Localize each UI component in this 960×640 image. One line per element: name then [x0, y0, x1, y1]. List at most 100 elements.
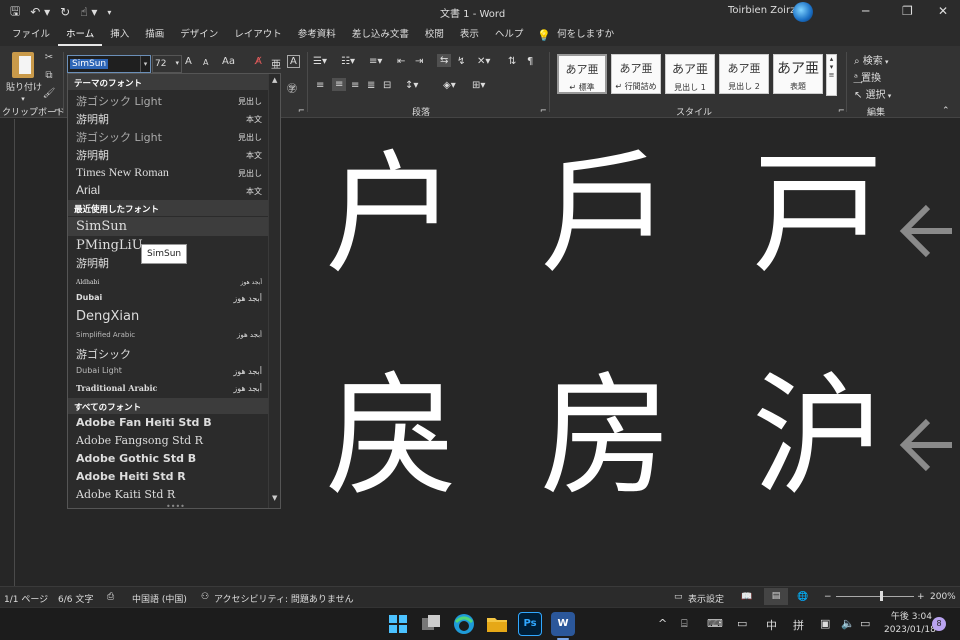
touch-mode-icon[interactable]: ☝ ▾: [80, 5, 97, 19]
align-center-icon[interactable]: ≡: [332, 78, 347, 91]
clear-formatting-icon[interactable]: A̸: [255, 56, 262, 67]
user-name[interactable]: Toirbien Zoirz: [728, 5, 795, 16]
align-right-icon[interactable]: ≡: [351, 80, 359, 91]
save-icon[interactable]: 🖫: [10, 2, 20, 23]
file-explorer-icon[interactable]: [485, 612, 509, 636]
font-option[interactable]: Adobe Heiti Std R: [68, 468, 268, 486]
phonetic-guide-icon[interactable]: 亜: [271, 56, 281, 71]
web-layout-icon[interactable]: 🌐: [797, 592, 808, 602]
font-dialog-launcher-icon[interactable]: ⌐: [298, 106, 305, 115]
styles-dialog-launcher-icon[interactable]: ⌐: [838, 106, 845, 115]
font-option[interactable]: Adobe Fan Heiti Std B: [68, 414, 268, 432]
tell-me-box[interactable]: 💡 何をしますか: [531, 24, 614, 46]
format-painter-icon[interactable]: 🖌: [42, 88, 56, 106]
line-spacing-icon[interactable]: ↕▾: [405, 80, 418, 91]
system-tray-icon[interactable]: ⌸: [681, 617, 688, 631]
font-option[interactable]: Arial 本文: [68, 181, 268, 199]
shrink-font-button[interactable]: A: [203, 58, 208, 67]
show-marks-icon[interactable]: ⇆: [437, 54, 452, 67]
increase-indent-icon[interactable]: ⇥: [415, 56, 423, 67]
language-indicator[interactable]: 中国語 (中国): [132, 592, 187, 605]
tab-mailings[interactable]: 差し込み文書: [344, 24, 417, 46]
font-option[interactable]: Dubai Light أبجد هوز: [68, 362, 268, 380]
paragraph-marks-icon[interactable]: ¶: [527, 56, 533, 67]
display-settings[interactable]: 表示設定: [688, 592, 724, 605]
touchpad-icon[interactable]: ▭: [737, 617, 747, 630]
document-glyph[interactable]: 戾: [325, 371, 457, 503]
notification-badge[interactable]: 8: [932, 617, 946, 631]
font-dropdown-list[interactable]: テーマのフォント 游ゴシック Light 見出し 游明朝 本文 游ゴシック Li…: [67, 73, 281, 509]
font-name-value[interactable]: SimSun: [70, 59, 109, 69]
collapse-ribbon-icon[interactable]: ⌃: [942, 106, 950, 116]
asian-layout-icon[interactable]: ✕▾: [477, 56, 490, 67]
font-option[interactable]: Traditional Arabic أبجد هوز: [68, 379, 268, 397]
word-app-icon[interactable]: W: [551, 612, 575, 636]
tray-overflow-icon[interactable]: ^: [658, 617, 667, 630]
task-view-icon[interactable]: [419, 612, 443, 636]
clock[interactable]: 午後 3:04 2023/01/18: [884, 611, 936, 637]
font-name-combobox[interactable]: SimSun ▾: [67, 55, 151, 73]
scroll-up-icon[interactable]: ▲: [272, 76, 277, 84]
resize-grip-icon[interactable]: ••••: [166, 502, 185, 508]
document-glyph[interactable]: 户: [325, 149, 457, 281]
tab-insert[interactable]: 挿入: [102, 24, 137, 46]
document-glyph[interactable]: 房: [540, 371, 672, 503]
undo-icon[interactable]: ↶ ▾: [30, 5, 50, 19]
style-no-spacing[interactable]: あア亜 ↵ 行間詰め: [611, 54, 661, 94]
text-direction-icon[interactable]: ↯: [457, 56, 465, 67]
avatar[interactable]: [793, 2, 813, 22]
document-glyph[interactable]: 戸: [752, 149, 884, 281]
edge-browser-icon[interactable]: [452, 612, 476, 636]
numbering-icon[interactable]: ☷▾: [341, 56, 355, 67]
tab-help[interactable]: ヘルプ: [487, 24, 532, 46]
font-size-value[interactable]: 72: [155, 59, 166, 69]
print-layout-icon[interactable]: ▤: [764, 588, 788, 605]
cut-icon[interactable]: ✂: [42, 52, 56, 70]
restore-icon[interactable]: ❐: [902, 4, 913, 18]
ime-mode[interactable]: 中: [766, 617, 777, 633]
grow-font-button[interactable]: A: [185, 56, 192, 67]
ime-input-method[interactable]: 拼: [793, 617, 804, 633]
dialog-launcher-icon[interactable]: ⌐: [54, 106, 61, 115]
bullets-icon[interactable]: ☰▾: [313, 56, 327, 67]
font-option[interactable]: Dubai أبجد هوز: [68, 289, 268, 307]
tab-home[interactable]: ホーム: [58, 24, 103, 46]
proofing-icon[interactable]: ⎙: [107, 592, 114, 602]
volume-icon[interactable]: 🔈: [841, 617, 855, 630]
tab-design[interactable]: デザイン: [172, 24, 226, 46]
font-option[interactable]: 游明朝 本文: [68, 145, 268, 163]
styles-gallery-scroll[interactable]: ▴ ▾ ≡: [826, 54, 837, 96]
font-option-selected[interactable]: SimSun: [68, 217, 268, 236]
zoom-slider[interactable]: [836, 596, 914, 597]
tab-draw[interactable]: 描画: [137, 24, 172, 46]
read-mode-icon[interactable]: 📖: [741, 592, 752, 602]
replace-button[interactable]: ᵃ͢ 置換: [854, 69, 881, 84]
font-option[interactable]: DengXian: [68, 307, 268, 325]
zoom-slider-thumb[interactable]: [880, 591, 883, 601]
style-normal[interactable]: あア亜 ↵ 標準: [557, 54, 607, 94]
keyboard-icon[interactable]: ⌨: [707, 617, 723, 630]
zoom-out-icon[interactable]: −: [824, 592, 832, 602]
shading-icon[interactable]: ◈▾: [443, 80, 456, 91]
accessibility-status[interactable]: アクセシビリティ: 問題ありません: [214, 592, 354, 605]
dropdown-scrollbar[interactable]: ▲ ▼: [268, 74, 280, 508]
font-option[interactable]: 游明朝 本文: [68, 109, 268, 127]
close-icon[interactable]: ✕: [938, 4, 948, 18]
document-glyph[interactable]: 戶: [540, 149, 672, 281]
zoom-level[interactable]: 200%: [930, 592, 956, 602]
start-icon[interactable]: [386, 612, 410, 636]
style-title[interactable]: あア亜 表題: [773, 54, 823, 94]
multilevel-list-icon[interactable]: ≡▾: [369, 56, 382, 67]
font-option[interactable]: Adobe Fangsong Std R: [68, 432, 268, 450]
document-glyph[interactable]: 沪: [752, 371, 884, 503]
distributed-icon[interactable]: ⊟: [383, 80, 391, 91]
select-button[interactable]: ↖ 選択 ▾: [854, 86, 891, 101]
find-button[interactable]: ⌕ 検索 ▾: [854, 52, 889, 67]
font-option[interactable]: Times New Roman 見出し: [68, 163, 268, 181]
decrease-indent-icon[interactable]: ⇤: [397, 56, 405, 67]
paragraph-dialog-launcher-icon[interactable]: ⌐: [540, 106, 547, 115]
paste-button[interactable]: 貼り付け ▾: [6, 52, 42, 103]
font-option[interactable]: Simplified Arabic أبجد هوز: [68, 326, 268, 344]
copy-icon[interactable]: ⧉: [42, 70, 56, 88]
character-border-icon[interactable]: A: [287, 55, 300, 68]
